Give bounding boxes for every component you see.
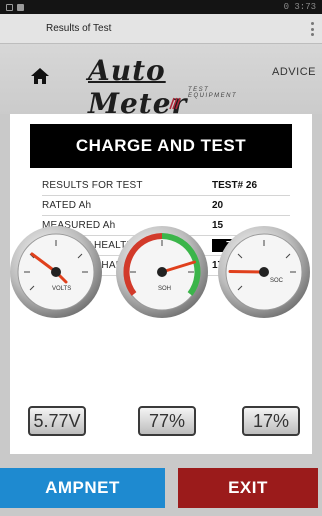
notification-icon-2	[17, 3, 24, 11]
overflow-menu-icon[interactable]	[311, 22, 314, 36]
soc-readout: 17%	[242, 406, 300, 436]
volts-gauge: VOLTS	[10, 226, 102, 318]
advice-button[interactable]: ADVICE	[272, 66, 316, 78]
brand-logo: Auto Meter TEST EQUIPMENT	[88, 54, 258, 120]
page-title: Results of Test	[46, 23, 112, 34]
gauge-row: VOLTS SOH SOC	[0, 224, 322, 318]
app-header: Auto Meter TEST EQUIPMENT ADVICE	[0, 44, 322, 120]
status-icons-left	[6, 3, 24, 11]
row-value: TEST# 26	[212, 180, 258, 191]
gauge-label: VOLTS	[52, 286, 71, 292]
brand-mark-icon	[169, 97, 181, 110]
row-label: RESULTS FOR TEST	[42, 180, 143, 191]
exit-button[interactable]: EXIT	[178, 468, 318, 508]
brand-name: Auto Meter	[88, 54, 188, 120]
gauge-label: SOH	[158, 286, 171, 292]
status-clock: 0 3:73	[283, 2, 316, 12]
table-row: RATED Ah 20	[42, 196, 290, 216]
ampnet-button[interactable]: AMPNET	[0, 468, 165, 508]
soc-gauge: SOC	[218, 226, 310, 318]
volts-readout: 5.77V	[28, 406, 86, 436]
notification-icon	[6, 3, 13, 11]
title-bar: Results of Test	[0, 14, 322, 44]
test-type-banner: CHARGE AND TEST	[30, 124, 292, 168]
row-label: RATED Ah	[42, 200, 92, 211]
row-value: 20	[212, 200, 224, 211]
brand-subtitle: TEST EQUIPMENT	[188, 87, 238, 99]
status-bar: 0 3:73	[0, 0, 322, 14]
gauge-label: SOC	[270, 278, 284, 284]
soc-needle	[228, 269, 266, 274]
home-icon[interactable]	[30, 66, 50, 86]
soh-gauge: SOH	[116, 226, 208, 318]
soh-readout: 77%	[138, 406, 196, 436]
table-row: RESULTS FOR TEST TEST# 26	[42, 176, 290, 196]
